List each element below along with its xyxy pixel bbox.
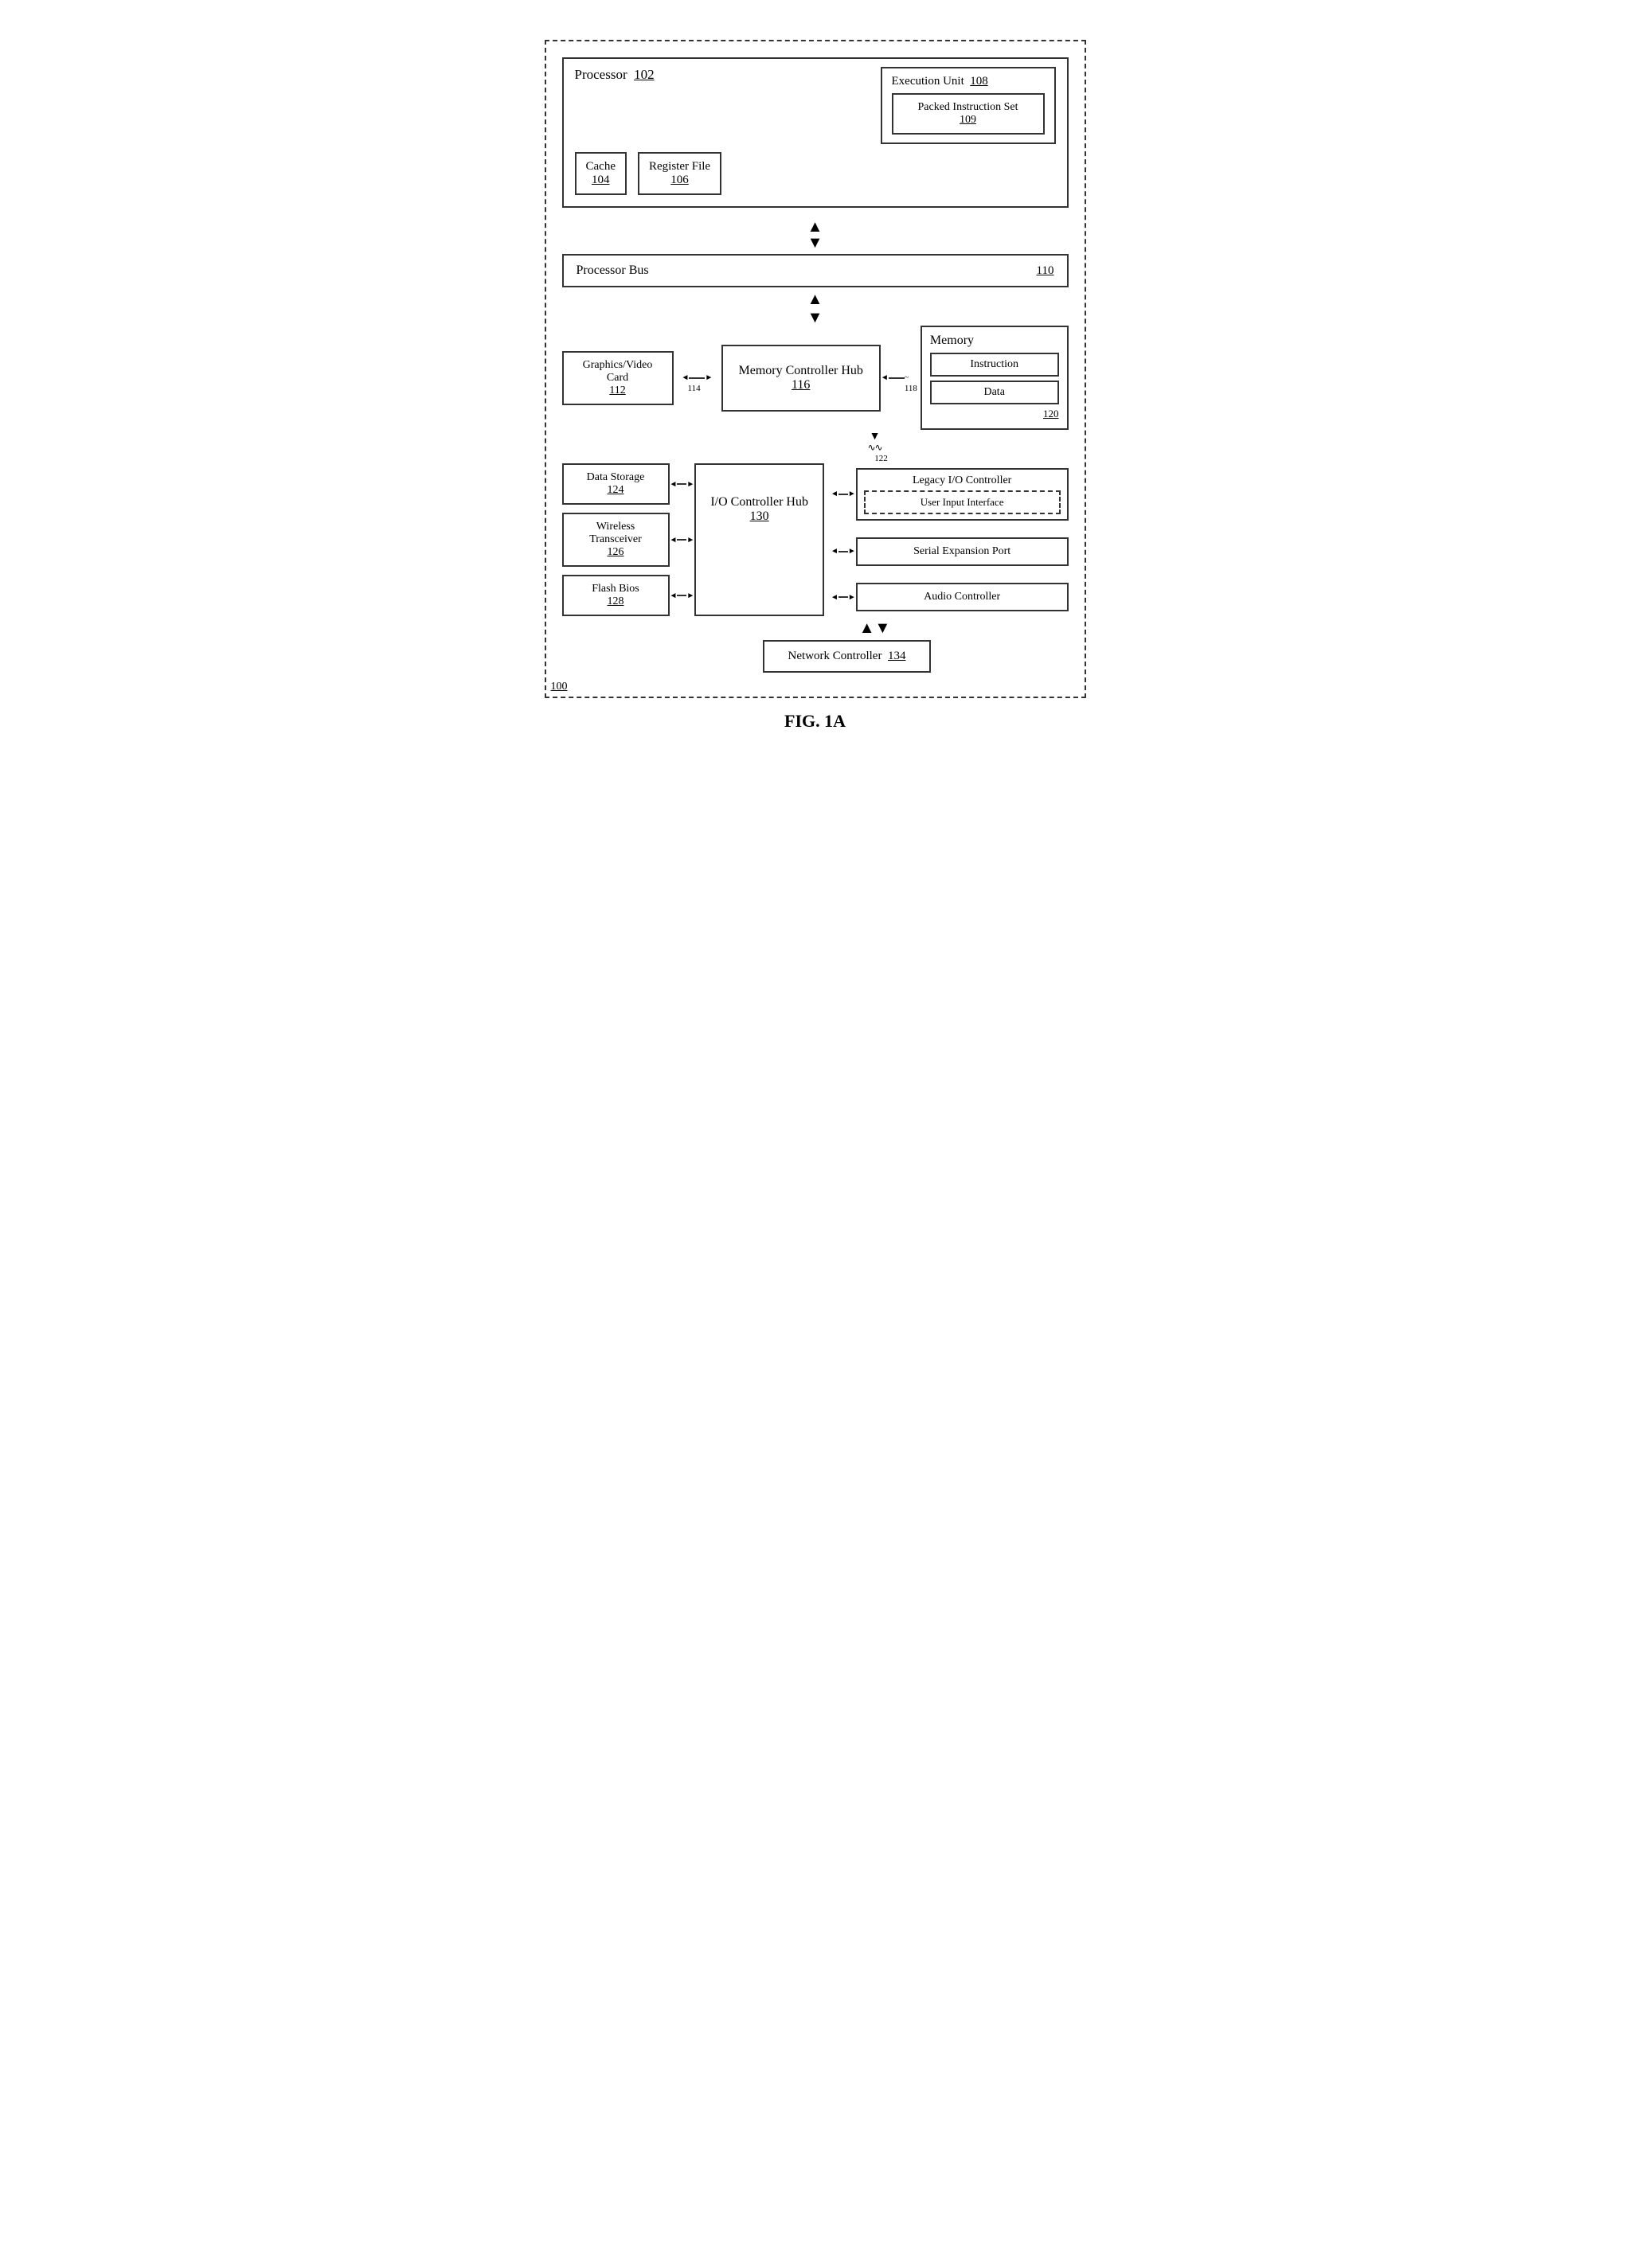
outer-ref: 100: [551, 681, 568, 693]
flash-bios-box: Flash Bios 128: [562, 575, 670, 616]
bus-label: 114: [688, 384, 701, 393]
ioch-left-col: Data Storage 124 ◄► Wireless Transceiver…: [562, 463, 695, 616]
memory-ref: 120: [930, 408, 1059, 420]
graphics-video-box: Graphics/Video Card 112: [562, 351, 674, 405]
outer-boundary: Processor 102 Execution Unit 108 Packed …: [545, 40, 1086, 698]
memory-title: Memory: [930, 334, 1059, 348]
data-storage-row: Data Storage 124 ◄►: [562, 463, 695, 505]
arrow-bus-to-mch: ▲: [562, 289, 1069, 310]
execution-unit-title: Execution Unit 108: [892, 75, 1045, 88]
data-box: Data: [930, 381, 1059, 404]
legacy-io-title: Legacy I/O Controller: [864, 474, 1061, 487]
arrow-ioch-network: ▲ ▼: [682, 616, 1069, 640]
memory-block: Memory Instruction Data 120: [921, 326, 1069, 430]
instruction-box: Instruction: [930, 353, 1059, 377]
flash-bios-row: Flash Bios 128 ◄►: [562, 575, 695, 616]
user-input-box: User Input Interface: [864, 490, 1061, 514]
arrow-audio: ◄►: [831, 593, 856, 602]
arrow-flash-bios: ◄►: [670, 591, 695, 600]
arrow-serial: ◄►: [831, 547, 856, 556]
arrow-gfx-mch: ◄ ► 114: [682, 373, 721, 382]
audio-box: Audio Controller: [856, 583, 1069, 611]
mch-right-label: 118: [905, 384, 917, 393]
arrow-bus-to-mch2: ▼: [562, 311, 1069, 324]
page: Processor 102 Execution Unit 108 Packed …: [529, 16, 1102, 763]
arrow-mch-mem: ◄ ~ 118: [881, 373, 921, 382]
wavy-connector: ▼ ∿∿ 122: [682, 433, 1069, 460]
network-row: Network Controller 134: [626, 640, 1069, 673]
arrow-legacy: ◄►: [831, 490, 856, 498]
proc-components: Cache 104 Register File 106: [575, 152, 1056, 195]
mch-row: Graphics/Video Card 112 ◄ ► 114 Memory C…: [562, 326, 1069, 430]
processor-title: Processor 102: [575, 67, 655, 144]
mch-box: Memory Controller Hub 116: [721, 345, 881, 412]
legacy-io-row: ◄► Legacy I/O Controller User Input Inte…: [831, 468, 1069, 521]
wireless-row: Wireless Transceiver 126 ◄►: [562, 513, 695, 567]
ioch-right-col: ◄► Legacy I/O Controller User Input Inte…: [824, 463, 1069, 616]
serial-expansion-row: ◄► Serial Expansion Port: [831, 537, 1069, 566]
processor-block: Processor 102 Execution Unit 108 Packed …: [562, 57, 1069, 208]
execution-unit-block: Execution Unit 108 Packed Instruction Se…: [881, 67, 1056, 144]
ioch-box: I/O Controller Hub 130: [694, 463, 824, 616]
wireless-box: Wireless Transceiver 126: [562, 513, 670, 567]
legacy-io-block: Legacy I/O Controller User Input Interfa…: [856, 468, 1069, 521]
proc-header: Processor 102 Execution Unit 108 Packed …: [575, 67, 1056, 144]
arrow-proc-to-bus: ▲▼: [562, 219, 1069, 251]
audio-row: ◄► Audio Controller: [831, 583, 1069, 611]
data-storage-box: Data Storage 124: [562, 463, 670, 505]
arrow-wireless: ◄►: [670, 536, 695, 545]
ioch-row: Data Storage 124 ◄► Wireless Transceiver…: [562, 463, 1069, 616]
register-file-box: Register File 106: [638, 152, 721, 195]
figure-label: FIG. 1A: [545, 711, 1086, 732]
serial-expansion-box: Serial Expansion Port: [856, 537, 1069, 566]
left-mch-col: Graphics/Video Card 112: [562, 351, 682, 405]
arrow-data-storage: ◄►: [670, 480, 695, 489]
network-box: Network Controller 134: [763, 640, 932, 673]
cache-box: Cache 104: [575, 152, 627, 195]
packed-instruction-box: Packed Instruction Set 109: [892, 93, 1045, 135]
processor-bus-block: Processor Bus 110: [562, 254, 1069, 287]
